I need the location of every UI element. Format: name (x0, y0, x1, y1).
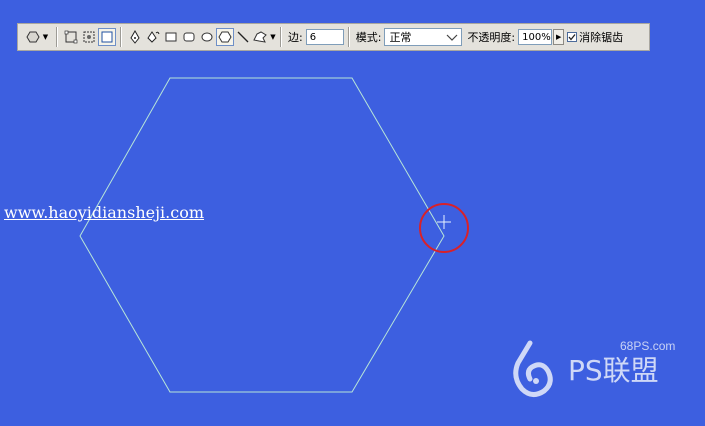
watermark-logo: PS联盟 (508, 335, 668, 409)
website-url-text: www.haoyidiansheji.com (4, 203, 205, 222)
watermark-brand: PS联盟 (568, 354, 659, 387)
hexagon-shape-outline (79, 77, 445, 393)
